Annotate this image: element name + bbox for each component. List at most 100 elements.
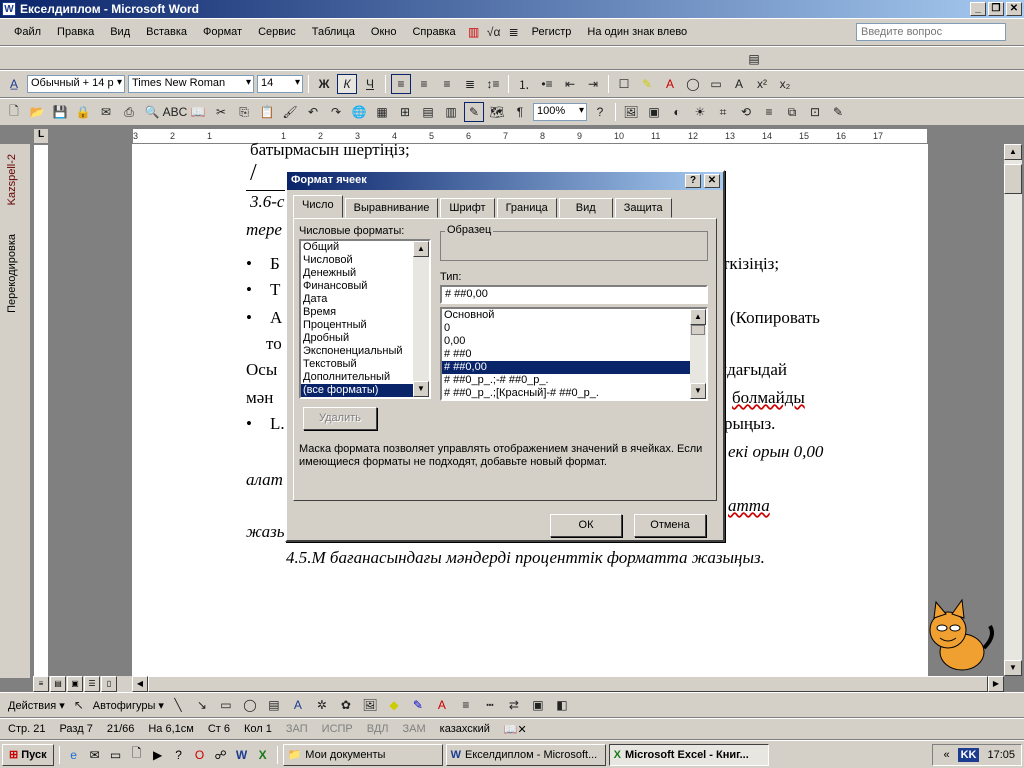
type-list-item[interactable]: 0 xyxy=(442,322,706,335)
tables-borders-icon[interactable]: ▦ xyxy=(372,102,392,122)
draw-font-color-icon[interactable]: A xyxy=(432,695,452,715)
status-ext[interactable]: ВДЛ xyxy=(367,723,389,735)
formats-scrollbar[interactable]: ▲ ▼ xyxy=(413,241,429,397)
email-icon[interactable]: ✉ xyxy=(96,102,116,122)
fill-color-icon[interactable]: ◆ xyxy=(384,695,404,715)
format-list-item[interactable]: Дата xyxy=(301,293,429,306)
print-view-icon[interactable]: ▣ xyxy=(67,676,83,692)
menu-insert[interactable]: Вставка xyxy=(138,24,195,40)
font-combo[interactable]: Times New Roman xyxy=(128,75,254,93)
network-icon[interactable]: ☍ xyxy=(212,746,230,764)
dash-style-icon[interactable]: ┅ xyxy=(480,695,500,715)
styles-pane-icon[interactable]: A̲ xyxy=(4,74,24,94)
rectangle-icon[interactable]: ▭ xyxy=(706,74,726,94)
hscroll-thumb[interactable] xyxy=(148,676,988,692)
status-trk[interactable]: ИСПР xyxy=(322,723,353,735)
lines-icon[interactable]: ≣ xyxy=(504,22,524,42)
show-hide-icon[interactable]: ¶ xyxy=(510,102,530,122)
italic-button[interactable]: К xyxy=(337,74,357,94)
increase-indent-icon[interactable]: ⇥ xyxy=(583,74,603,94)
language-indicator[interactable]: KK xyxy=(957,748,980,762)
format-list-item[interactable]: Денежный xyxy=(301,267,429,280)
rotate-icon[interactable]: ⟲ xyxy=(736,102,756,122)
paste-icon[interactable]: 📋 xyxy=(257,102,277,122)
type-list-item[interactable]: # ##0_р_.;-# ##0_р_. xyxy=(442,374,706,387)
shadow-icon[interactable]: ▣ xyxy=(528,695,548,715)
bullets-icon[interactable]: •≡ xyxy=(537,74,557,94)
new-icon[interactable]: 🗋 xyxy=(4,102,24,122)
tab-alignment[interactable]: Выравнивание xyxy=(344,198,439,218)
select-objects-icon[interactable]: ↖ xyxy=(69,695,89,715)
kazspell-label[interactable]: Kazspell-2 xyxy=(6,154,18,205)
line-spacing-icon[interactable]: ↕≡ xyxy=(483,74,503,94)
underline-button[interactable]: Ч xyxy=(360,74,380,94)
office-assistant-cat-icon[interactable] xyxy=(912,596,998,676)
web-view-icon[interactable]: ▤ xyxy=(50,676,66,692)
print-icon[interactable]: ⎙ xyxy=(119,102,139,122)
align-left-icon[interactable]: ≡ xyxy=(391,74,411,94)
align-center-icon[interactable]: ≡ xyxy=(414,74,434,94)
scroll-down-icon[interactable]: ▼ xyxy=(690,383,706,399)
format-picture-icon[interactable]: ✎ xyxy=(828,102,848,122)
format-list-item[interactable]: Экспоненциальный xyxy=(301,345,429,358)
font-color-icon[interactable]: A xyxy=(660,74,680,94)
superscript-icon[interactable]: x² xyxy=(752,74,772,94)
task-my-documents[interactable]: 📁 Мои документы xyxy=(282,743,443,766)
justify-icon[interactable]: ≣ xyxy=(460,74,480,94)
types-listbox[interactable]: Основной 0 0,00 # ##0 # ##0,00 # ##0_р_.;-# #… xyxy=(440,307,708,401)
vertical-scrollbar[interactable]: ▲ ▼ xyxy=(929,144,1022,676)
arrow-style-icon[interactable]: ⇄ xyxy=(504,695,524,715)
align-right-icon[interactable]: ≡ xyxy=(437,74,457,94)
menu-table[interactable]: Таблица xyxy=(304,24,363,40)
image-tool-1-icon[interactable]: ▣ xyxy=(644,102,664,122)
reading-view-icon[interactable]: ▯ xyxy=(101,676,117,692)
line-style-icon[interactable]: ≡ xyxy=(456,695,476,715)
oval-icon[interactable]: ◯ xyxy=(240,695,260,715)
outlook-icon[interactable]: ✉ xyxy=(86,746,104,764)
spellcheck-status-icon[interactable]: 📖✕ xyxy=(504,723,527,736)
border-icon[interactable]: ☐ xyxy=(614,74,634,94)
bold-button[interactable]: Ж xyxy=(314,74,334,94)
task-excel[interactable]: X Microsoft Excel - Книг... xyxy=(608,743,769,766)
formats-listbox[interactable]: Общий Числовой Денежный Финансовый Дата Время… xyxy=(299,239,431,399)
scroll-left-icon[interactable]: ◀ xyxy=(132,676,148,692)
status-rec[interactable]: ЗАП xyxy=(286,723,308,735)
scroll-thumb[interactable] xyxy=(1004,164,1022,194)
word-app-icon[interactable]: W xyxy=(2,2,16,16)
image-tool-2-icon[interactable]: ◐ xyxy=(667,102,687,122)
scroll-down-icon[interactable]: ▼ xyxy=(1004,660,1022,676)
ie-icon[interactable]: e xyxy=(65,746,83,764)
tab-selector[interactable]: L xyxy=(33,128,49,144)
spelling-icon[interactable]: ABC xyxy=(163,102,188,122)
subscript-icon[interactable]: x₂ xyxy=(775,74,795,94)
outline-view-icon[interactable]: ☰ xyxy=(84,676,100,692)
insert-excel-icon[interactable]: ▤ xyxy=(418,102,438,122)
menu-help[interactable]: Справка xyxy=(404,24,463,40)
menu-format[interactable]: Формат xyxy=(195,24,250,40)
permission-icon[interactable]: 🔒 xyxy=(73,102,93,122)
scroll-down-icon[interactable]: ▼ xyxy=(413,381,429,397)
format-list-item[interactable]: Числовой xyxy=(301,254,429,267)
ok-button[interactable]: ОК xyxy=(550,514,622,537)
menu-move-left[interactable]: На один знак влево xyxy=(579,24,695,40)
copy-icon[interactable]: ⎘ xyxy=(234,102,254,122)
scroll-up-icon[interactable]: ▲ xyxy=(690,309,706,325)
textbox-icon[interactable]: ▤ xyxy=(264,695,284,715)
tab-font[interactable]: Шрифт xyxy=(440,198,495,218)
normal-view-icon[interactable]: ≡ xyxy=(33,676,49,692)
tab-protection[interactable]: Защита xyxy=(614,198,672,218)
format-list-item[interactable]: Текстовый xyxy=(301,358,429,371)
wordart-icon[interactable]: A xyxy=(288,695,308,715)
status-lang[interactable]: казахский xyxy=(440,723,490,735)
menu-file[interactable]: Файл xyxy=(6,24,49,40)
insert-picture-icon[interactable]: 🖼 xyxy=(360,695,380,715)
horizontal-scrollbar[interactable]: ◀ ▶ xyxy=(132,676,1004,692)
undo-icon[interactable]: ↶ xyxy=(303,102,323,122)
vertical-ruler[interactable] xyxy=(33,144,49,678)
highlight-icon[interactable]: ✎ xyxy=(637,74,657,94)
types-scroll-thumb[interactable] xyxy=(691,325,705,335)
tab-border[interactable]: Граница xyxy=(496,198,557,218)
format-list-item[interactable]: Дробный xyxy=(301,332,429,345)
help-icon[interactable]: ? xyxy=(590,102,610,122)
drawing-icon[interactable]: ✎ xyxy=(464,102,484,122)
